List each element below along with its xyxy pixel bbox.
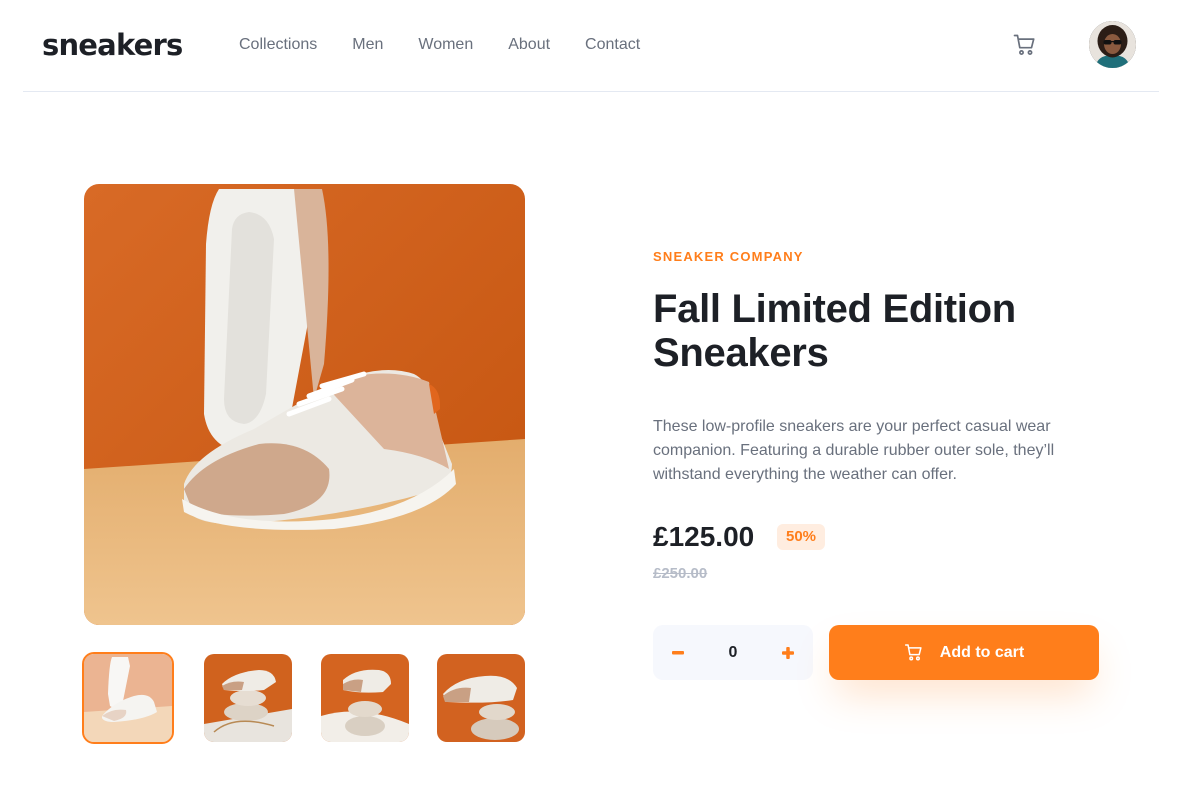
product-description: These low-profile sneakers are your perf… xyxy=(653,418,1055,483)
thumbnail-strip xyxy=(82,652,525,744)
cart-icon xyxy=(1013,34,1035,55)
cart-icon xyxy=(904,644,922,661)
thumbnail-2[interactable] xyxy=(204,654,292,742)
discount-badge: 50% xyxy=(777,524,826,550)
thumbnail-2-image xyxy=(204,654,292,742)
main-nav: Collections Men Women About Contact xyxy=(239,34,675,56)
sneaker-image xyxy=(84,184,525,625)
thumbnail-1[interactable] xyxy=(82,652,174,744)
quantity-stepper: 0 xyxy=(653,625,813,680)
cart-button[interactable] xyxy=(1013,33,1039,59)
site-header: sneakers Collections Men Women About Con… xyxy=(23,0,1159,92)
original-price: £250.00 xyxy=(653,565,708,582)
avatar[interactable] xyxy=(1089,21,1136,68)
plus-icon xyxy=(782,646,794,659)
add-to-cart-label: Add to cart xyxy=(939,643,1025,661)
nav-collections[interactable]: Collections xyxy=(239,34,317,56)
thumbnail-3[interactable] xyxy=(321,654,409,742)
quantity-increase-button[interactable] xyxy=(763,625,813,680)
add-to-cart-button[interactable]: Add to cart xyxy=(829,625,1099,680)
product-main-image[interactable] xyxy=(84,184,525,625)
nav-about[interactable]: About xyxy=(508,34,550,56)
thumbnail-3-image xyxy=(321,654,409,742)
thumbnail-4-image xyxy=(437,654,525,742)
quantity-value: 0 xyxy=(728,644,738,661)
thumbnail-1-image xyxy=(84,654,172,742)
current-price: £125.00 xyxy=(653,521,755,552)
logo[interactable]: sneakers xyxy=(42,28,183,62)
nav-contact[interactable]: Contact xyxy=(585,34,640,56)
thumbnail-4[interactable] xyxy=(437,654,525,742)
company-name: SNEAKER COMPANY xyxy=(653,249,804,264)
nav-men[interactable]: Men xyxy=(352,34,383,56)
minus-icon xyxy=(672,650,684,654)
nav-women[interactable]: Women xyxy=(418,34,473,56)
avatar-image xyxy=(1089,21,1136,68)
quantity-decrease-button[interactable] xyxy=(653,625,703,680)
product-title: Fall Limited Edition Sneakers xyxy=(653,287,1016,375)
